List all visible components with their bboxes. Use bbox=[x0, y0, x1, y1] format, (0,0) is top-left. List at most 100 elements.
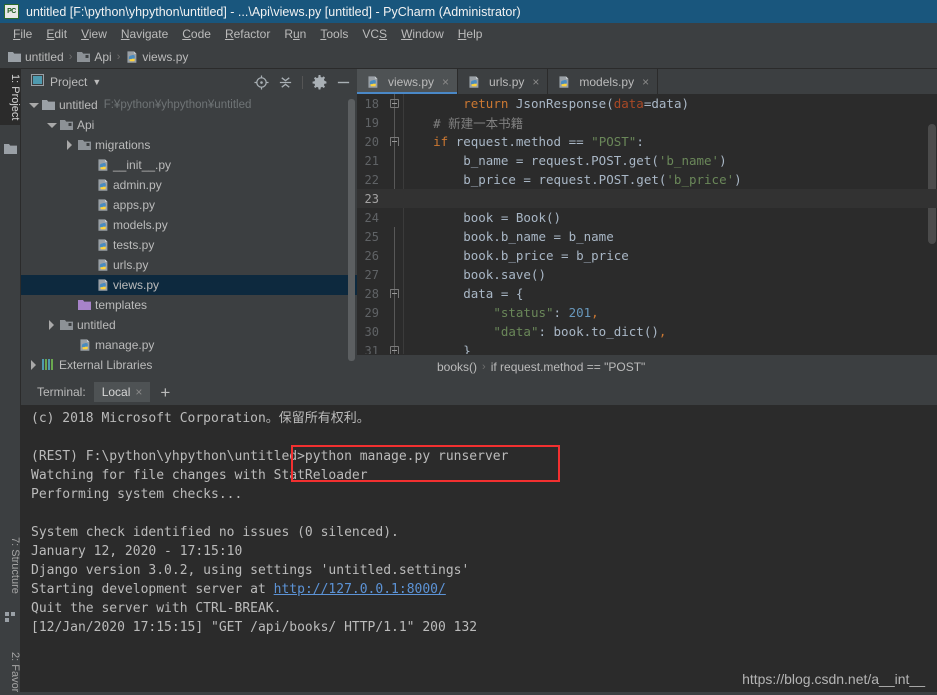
tree-node-apps-py[interactable]: apps.py bbox=[21, 195, 357, 215]
code-line[interactable]: 26 book.b_price = b_price bbox=[357, 246, 937, 265]
menu-item-run[interactable]: Run bbox=[277, 26, 313, 42]
fold-gutter bbox=[385, 284, 403, 303]
terminal-line: (c) 2018 Microsoft Corporation。保留所有权利。 bbox=[31, 411, 370, 426]
code-line[interactable]: 21 b_name = request.POST.get('b_name') bbox=[357, 151, 937, 170]
tree-node-api[interactable]: Api bbox=[21, 115, 357, 135]
python-file-icon bbox=[96, 158, 109, 172]
close-icon[interactable]: × bbox=[642, 75, 649, 89]
python-file-icon bbox=[366, 75, 379, 89]
editor-breadcrumb-item[interactable]: books() bbox=[437, 360, 477, 374]
close-icon[interactable]: × bbox=[442, 75, 449, 89]
editor-area: views.py × urls.py × models.py × 18 return Js… bbox=[357, 69, 937, 379]
collapse-arrow-icon[interactable] bbox=[65, 140, 75, 150]
tree-node-templates[interactable]: templates bbox=[21, 295, 357, 315]
close-icon[interactable]: × bbox=[532, 75, 539, 89]
editor-tab-models-py[interactable]: models.py × bbox=[548, 69, 659, 94]
tree-node-models-py[interactable]: models.py bbox=[21, 215, 357, 235]
editor-tab-urls-py[interactable]: urls.py × bbox=[458, 69, 549, 94]
code-line[interactable]: 24 book = Book() bbox=[357, 208, 937, 227]
code-line[interactable]: 25 book.b_name = b_name bbox=[357, 227, 937, 246]
breadcrumb-item-views-py[interactable]: views.py bbox=[125, 50, 188, 64]
project-tree[interactable]: untitled F:¥python¥yhpython¥untitled Api mi… bbox=[21, 95, 357, 379]
fold-gutter bbox=[385, 322, 403, 341]
breadcrumb-item-api[interactable]: Api bbox=[77, 50, 112, 64]
code-line[interactable]: 22 b_price = request.POST.get('b_price') bbox=[357, 170, 937, 189]
tree-node-untitled[interactable]: untitled F:¥python¥yhpython¥untitled bbox=[21, 95, 357, 115]
menu-item-refactor[interactable]: Refactor bbox=[218, 26, 277, 42]
line-number: 31 bbox=[364, 343, 379, 355]
menu-item-vcs[interactable]: VCS bbox=[355, 26, 394, 42]
tree-node-external-libraries[interactable]: External Libraries bbox=[21, 355, 357, 375]
navigation-breadcrumb: untitled › Api › views.py bbox=[0, 45, 937, 69]
menu-item-tools[interactable]: Tools bbox=[313, 26, 355, 42]
python-file-icon bbox=[96, 258, 109, 272]
tree-node-migrations[interactable]: migrations bbox=[21, 135, 357, 155]
terminal-output[interactable]: (c) 2018 Microsoft Corporation。保留所有权利。 (R… bbox=[21, 405, 937, 695]
breadcrumb-item-untitled[interactable]: untitled bbox=[8, 50, 64, 64]
hide-panel-icon[interactable] bbox=[336, 75, 351, 90]
menu-item-navigate[interactable]: Navigate bbox=[114, 26, 175, 42]
code-line[interactable]: 27 book.save() bbox=[357, 265, 937, 284]
python-file-icon bbox=[78, 338, 91, 352]
chevron-down-icon[interactable]: ▼ bbox=[92, 77, 101, 87]
menu-item-window[interactable]: Window bbox=[394, 26, 451, 42]
fold-marker-icon[interactable] bbox=[390, 137, 399, 146]
tree-node-label: views.py bbox=[113, 278, 160, 292]
code-line[interactable]: 20 if request.method == "POST": bbox=[357, 132, 937, 151]
menu-item-file[interactable]: File bbox=[6, 26, 39, 42]
tree-node-manage-py[interactable]: manage.py bbox=[21, 335, 357, 355]
fold-marker-icon[interactable] bbox=[390, 99, 399, 108]
gear-icon[interactable] bbox=[312, 74, 327, 90]
tree-node-admin-py[interactable]: admin.py bbox=[21, 175, 357, 195]
close-icon[interactable]: × bbox=[135, 385, 142, 399]
left-tool-strip: 1: Project 7: Structure 2: Favorites bbox=[0, 69, 21, 695]
code-line[interactable]: 31 } bbox=[357, 341, 937, 354]
collapse-arrow-icon[interactable] bbox=[47, 320, 57, 330]
code-line[interactable]: 23 bbox=[357, 189, 937, 208]
code-line[interactable]: 18 return JsonResponse(data=data) bbox=[357, 94, 937, 113]
terminal-tab-bar: Terminal: Local × + bbox=[21, 379, 937, 405]
terminal-line: January 12, 2020 - 17:15:10 bbox=[31, 544, 243, 559]
tree-node-tests-py[interactable]: tests.py bbox=[21, 235, 357, 255]
terminal-tab-local[interactable]: Local × bbox=[93, 382, 151, 402]
tree-node-untitled[interactable]: untitled bbox=[21, 315, 357, 335]
add-terminal-button[interactable]: + bbox=[150, 384, 180, 401]
menu-item-view[interactable]: View bbox=[74, 26, 114, 42]
collapse-all-icon[interactable] bbox=[278, 75, 293, 90]
server-url-link[interactable]: http://127.0.0.1:8000/ bbox=[274, 582, 446, 597]
sidebar-item-project[interactable]: 1: Project bbox=[0, 69, 21, 126]
menu-item-help[interactable]: Help bbox=[451, 26, 490, 42]
expand-arrow-icon[interactable] bbox=[47, 120, 57, 130]
expand-arrow-icon[interactable] bbox=[29, 100, 39, 110]
code-editor[interactable]: 18 return JsonResponse(data=data) 19 # 新建… bbox=[357, 94, 937, 354]
sidebar-item-structure[interactable]: 7: Structure bbox=[0, 532, 21, 599]
breadcrumb-separator: › bbox=[116, 50, 121, 63]
editor-tab-views-py[interactable]: views.py × bbox=[357, 69, 459, 94]
code-line[interactable]: 28 data = { bbox=[357, 284, 937, 303]
folder-icon bbox=[42, 98, 59, 112]
menu-item-edit[interactable]: Edit bbox=[39, 26, 74, 42]
tree-node-__init__-py[interactable]: __init__.py bbox=[21, 155, 357, 175]
scroll-from-source-icon[interactable] bbox=[254, 74, 269, 90]
tree-node-urls-py[interactable]: urls.py bbox=[21, 255, 357, 275]
pycharm-window: PC untitled [F:\python\yhpython\untitled… bbox=[0, 0, 937, 695]
tree-node-label: migrations bbox=[95, 138, 151, 152]
tree-node-path: F:¥python¥yhpython¥untitled bbox=[103, 99, 252, 111]
fold-marker-icon[interactable] bbox=[390, 346, 399, 354]
menu-item-code[interactable]: Code bbox=[175, 26, 218, 42]
collapse-arrow-icon[interactable] bbox=[29, 360, 39, 370]
code-line[interactable]: 30 "data": book.to_dict(), bbox=[357, 322, 937, 341]
sidebar-item-favorites[interactable]: 2: Favorites bbox=[0, 647, 21, 695]
fold-marker-icon[interactable] bbox=[390, 289, 399, 298]
editor-breadcrumb-item[interactable]: if request.method == "POST" bbox=[491, 360, 646, 374]
python-file-icon bbox=[96, 238, 109, 252]
code-text: book.b_price = b_price bbox=[403, 248, 629, 263]
editor-tab-bar: views.py × urls.py × models.py × bbox=[357, 69, 937, 94]
code-line[interactable]: 19 # 新建一本书籍 bbox=[357, 113, 937, 132]
tree-node-views-py[interactable]: views.py bbox=[21, 275, 357, 295]
project-tree-scrollbar[interactable] bbox=[348, 99, 355, 361]
code-line[interactable]: 29 "status": 201, bbox=[357, 303, 937, 322]
